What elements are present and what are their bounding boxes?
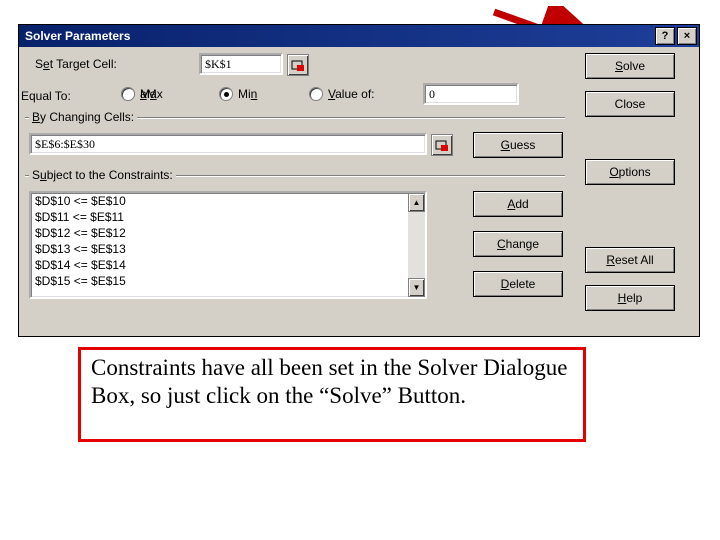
scroll-track[interactable] [408, 212, 425, 278]
list-item[interactable]: $D$10 <= $E$10 [31, 193, 408, 209]
list-item[interactable]: $D$12 <= $E$12 [31, 225, 408, 241]
scroll-up-icon[interactable]: ▲ [408, 193, 425, 212]
scroll-down-icon[interactable]: ▼ [408, 278, 425, 297]
radio-icon [121, 87, 135, 101]
label-set-target-cell: Set Target Cell: [35, 57, 117, 71]
list-item[interactable]: $D$11 <= $E$11 [31, 209, 408, 225]
value-of-input[interactable] [423, 83, 519, 105]
list-item[interactable]: $D$13 <= $E$13 [31, 241, 408, 257]
guess-button[interactable]: Guess [473, 132, 563, 158]
help-button[interactable]: Help [585, 285, 675, 311]
close-button[interactable]: Close [585, 91, 675, 117]
options-button[interactable]: Options [585, 159, 675, 185]
radio-min[interactable]: Min [219, 87, 257, 101]
change-button[interactable]: Change [473, 231, 563, 257]
radio-icon [309, 87, 323, 101]
reset-all-button[interactable]: Reset All [585, 247, 675, 273]
radio-icon [219, 87, 233, 101]
solve-button[interactable]: Solve [585, 53, 675, 79]
constraints-scrollbar[interactable]: ▲ ▼ [408, 193, 425, 297]
target-cell-input[interactable] [199, 53, 283, 75]
list-item[interactable]: $D$14 <= $E$14 [31, 257, 408, 273]
titlebar: Solver Parameters ? × [19, 25, 699, 47]
group-changing-cells: By Changing Cells: [25, 117, 565, 118]
constraints-items: $D$10 <= $E$10 $D$11 <= $E$11 $D$12 <= $… [31, 193, 408, 297]
titlebar-help-button[interactable]: ? [655, 27, 675, 45]
list-item[interactable]: $D$15 <= $E$15 [31, 273, 408, 289]
add-button[interactable]: Add [473, 191, 563, 217]
titlebar-close-button[interactable]: × [677, 27, 697, 45]
constraints-listbox[interactable]: $D$10 <= $E$10 $D$11 <= $E$11 $D$12 <= $… [29, 191, 427, 299]
refedit-changing-icon[interactable] [431, 134, 453, 156]
window-title: Solver Parameters [21, 29, 130, 43]
group-constraints: Subject to the Constraints: [25, 175, 565, 176]
instruction-callout: Constraints have all been set in the Sol… [78, 347, 586, 442]
refedit-target-icon[interactable] [287, 54, 309, 76]
delete-button[interactable]: Delete [473, 271, 563, 297]
radio-max[interactable]: Max [121, 87, 163, 101]
solver-parameters-window: Solver Parameters ? × Set Target Cell: E… [18, 24, 700, 337]
label-equal-to: Equal To: [21, 89, 71, 103]
radio-value-of[interactable]: Value of: [309, 87, 375, 101]
changing-cells-input[interactable] [29, 133, 427, 155]
